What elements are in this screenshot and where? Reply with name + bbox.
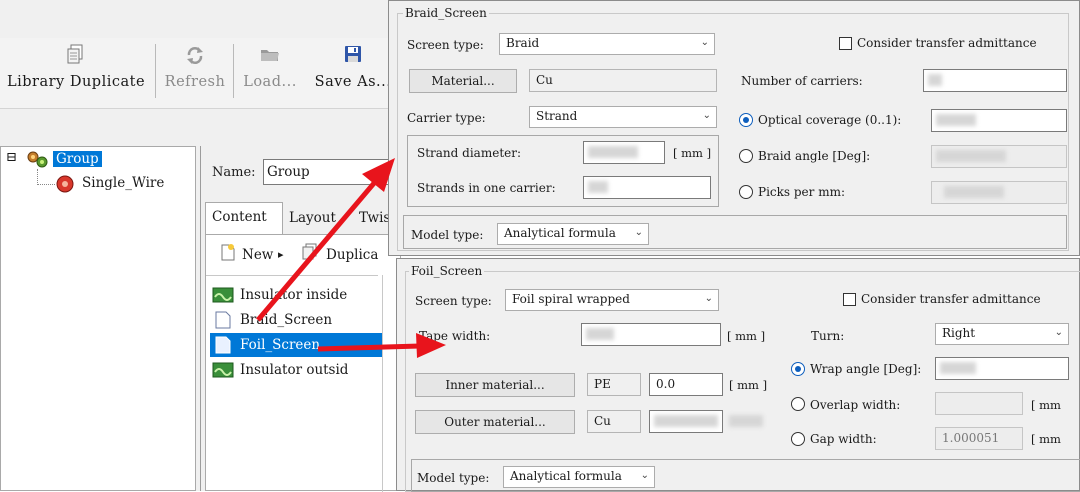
arrow-foil-line [317, 343, 421, 352]
arrow-braid-head [362, 158, 395, 192]
annotation-arrows [256, 158, 446, 358]
arrow-braid-line [256, 180, 377, 322]
arrow-foil-head [416, 333, 446, 358]
